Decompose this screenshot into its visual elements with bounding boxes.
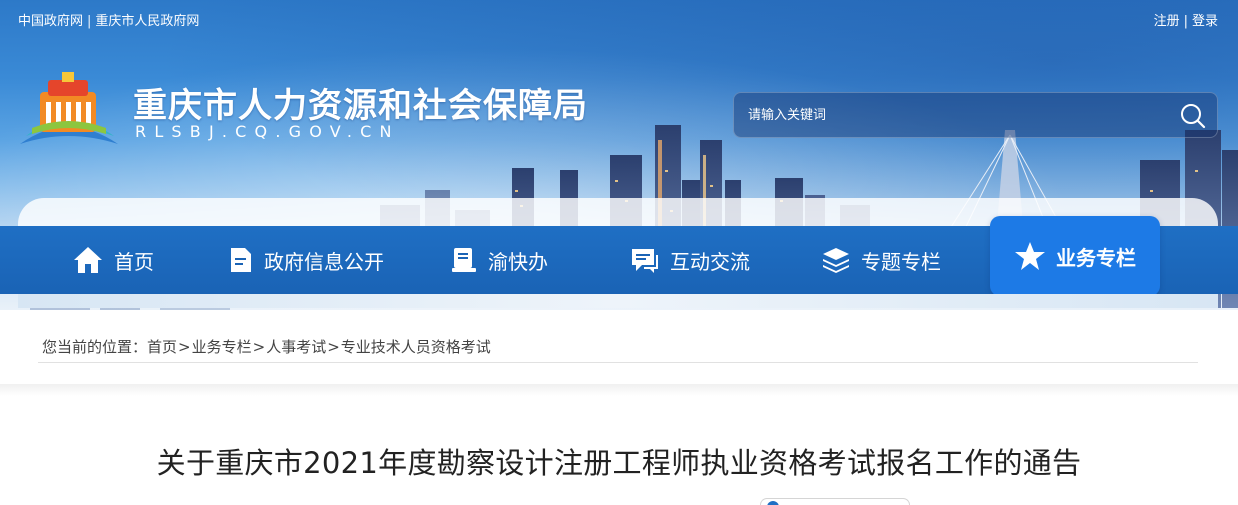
document-icon — [231, 248, 251, 272]
breadcrumb-separator: > — [252, 338, 266, 356]
breadcrumb-prefix: 您当前的位置： — [42, 338, 148, 356]
nav-underlay — [18, 294, 1218, 308]
breadcrumb-item-home[interactable]: 首页 — [147, 338, 177, 356]
nav-item-interaction[interactable]: 互动交流 — [630, 226, 750, 294]
breadcrumb-item-business[interactable]: 业务专栏 — [192, 338, 252, 356]
breadcrumb: 您当前的位置：首页>业务专栏>人事考试>专业技术人员资格考试 — [42, 336, 491, 357]
layers-icon — [823, 248, 849, 273]
breadcrumb-item-qualification[interactable]: 专业技术人员资格考试 — [341, 338, 491, 356]
nav-item-label: 首页 — [114, 249, 154, 274]
chat-icon — [632, 249, 658, 273]
link-gov-cn[interactable]: 中国政府网 — [18, 10, 83, 29]
top-links-separator: | — [87, 14, 92, 29]
nav-item-label: 专题专栏 — [861, 249, 941, 274]
nav-item-yukuaiban[interactable]: 渝快办 — [450, 226, 548, 294]
star-icon — [1015, 242, 1045, 270]
article-toolbar — [760, 498, 910, 505]
user-links-separator: | — [1183, 14, 1188, 29]
nav-item-label: 渝快办 — [488, 249, 548, 274]
search-icon[interactable] — [1179, 102, 1207, 130]
top-links: 中国政府网 | 重庆市人民政府网 — [18, 10, 199, 29]
section-shadow — [0, 384, 1238, 396]
main-nav: 首页 政府信息公开 渝快办 互动交流 专题专栏 业务专栏 — [0, 216, 1238, 296]
register-link[interactable]: 注册 — [1154, 14, 1180, 29]
nav-item-label: 互动交流 — [670, 249, 750, 274]
nav-item-label: 政府信息公开 — [264, 249, 384, 274]
site-logo[interactable] — [18, 70, 120, 150]
nav-item-gov-info[interactable]: 政府信息公开 — [228, 226, 384, 294]
nav-item-home[interactable]: 首页 — [72, 226, 154, 294]
article-title: 关于重庆市2021年度勘察设计注册工程师执业资格考试报名工作的通告 — [156, 446, 1082, 480]
nav-item-special[interactable]: 专题专栏 — [821, 226, 941, 294]
nav-item-label: 业务专栏 — [1056, 245, 1136, 270]
user-links: 注册 | 登录 — [1154, 10, 1218, 29]
site-domain: RLSBJ.CQ.GOV.CN — [135, 122, 400, 141]
login-link[interactable]: 登录 — [1192, 14, 1218, 29]
site-title[interactable]: 重庆市人力资源和社会保障局 — [133, 78, 588, 127]
nav-item-business[interactable]: 业务专栏 — [990, 216, 1160, 296]
home-icon — [74, 247, 102, 273]
breadcrumb-separator: > — [178, 338, 191, 356]
search-input[interactable] — [734, 93, 1164, 137]
link-cq-gov[interactable]: 重庆市人民政府网 — [95, 10, 199, 29]
breadcrumb-item-exam[interactable]: 人事考试 — [266, 338, 326, 356]
search-box — [733, 92, 1218, 138]
breadcrumb-bar: 您当前的位置：首页>业务专栏>人事考试>专业技术人员资格考试 — [0, 310, 1238, 384]
breadcrumb-separator: > — [327, 338, 340, 356]
service-icon — [452, 248, 476, 272]
toolbar-icon[interactable] — [767, 501, 779, 505]
breadcrumb-divider — [38, 362, 1198, 363]
